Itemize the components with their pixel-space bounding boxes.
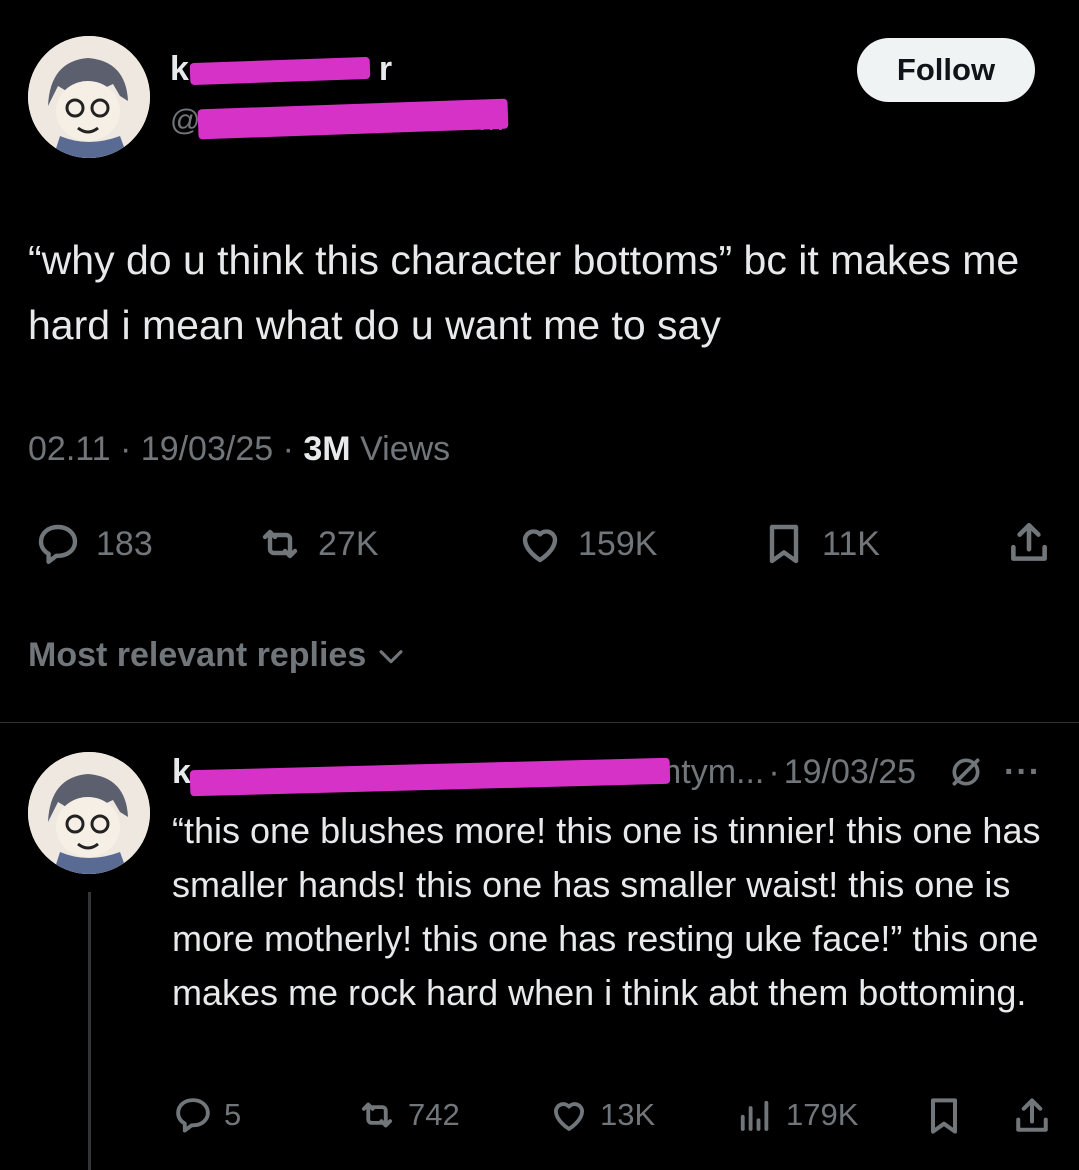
reply-like-action[interactable]: 13K: [548, 1094, 655, 1136]
author-avatar[interactable]: [28, 36, 150, 158]
replies-sort-label: Most relevant replies: [28, 636, 367, 674]
reply-count: 183: [96, 524, 153, 563]
chevron-down-icon: [379, 649, 403, 663]
views-label: Views: [360, 430, 451, 468]
reply-views-count: 179K: [786, 1097, 859, 1132]
avatar-illustration: [28, 752, 150, 874]
reply-bookmark-action[interactable]: [922, 1094, 966, 1138]
reply-action[interactable]: 183: [34, 520, 153, 568]
reply-reply-count: 5: [224, 1097, 242, 1132]
repost-count: 27K: [318, 524, 379, 563]
share-icon: [1016, 1098, 1048, 1132]
thread-line: [88, 892, 91, 1170]
bookmark-icon: [930, 1098, 958, 1134]
reply-author-name[interactable]: k: [172, 753, 191, 792]
repost-icon: [262, 529, 298, 559]
more-options-button[interactable]: ···: [1004, 753, 1041, 792]
repost-icon: [361, 1102, 393, 1128]
tweet-meta: 02.11 · 19/03/25 · 3M Views: [28, 430, 451, 468]
tweet-text: “why do u think this character bottoms” …: [28, 237, 1020, 348]
views-count: 3M: [303, 430, 351, 468]
like-action[interactable]: 159K: [516, 520, 657, 568]
like-icon: [553, 1102, 585, 1131]
reply-share-action[interactable]: [1010, 1094, 1054, 1138]
follow-button[interactable]: Follow: [857, 38, 1035, 102]
bookmark-count: 11K: [822, 524, 880, 563]
reply-repost-count: 742: [408, 1097, 460, 1132]
reply-icon: [176, 1098, 210, 1133]
reply-repost-action[interactable]: 742: [356, 1094, 460, 1136]
reply-reply-action[interactable]: 5: [172, 1094, 241, 1136]
replies-sort-dropdown[interactable]: Most relevant replies: [28, 636, 408, 675]
reply-like-count: 13K: [600, 1097, 656, 1132]
grok-icon[interactable]: [946, 752, 986, 792]
tweet-date[interactable]: 19/03/25: [141, 430, 273, 468]
reply-views-action[interactable]: 179K: [734, 1094, 858, 1136]
share-icon: [1011, 523, 1047, 561]
share-action[interactable]: [1004, 518, 1054, 568]
tweet-time[interactable]: 02.11: [28, 430, 111, 468]
like-count: 159K: [578, 524, 658, 563]
repost-action[interactable]: 27K: [256, 520, 379, 568]
reply-text: “this one blushes more! this one is tinn…: [172, 810, 1041, 1013]
views-icon: [740, 1100, 769, 1131]
like-icon: [522, 529, 558, 563]
reply-date[interactable]: 19/03/25: [784, 753, 916, 792]
reply-icon: [38, 524, 78, 564]
bookmark-action[interactable]: 11K: [760, 520, 880, 568]
bookmark-icon: [769, 524, 799, 564]
section-divider: [0, 722, 1079, 723]
reply-avatar[interactable]: [28, 752, 150, 874]
avatar-illustration: [28, 36, 150, 158]
